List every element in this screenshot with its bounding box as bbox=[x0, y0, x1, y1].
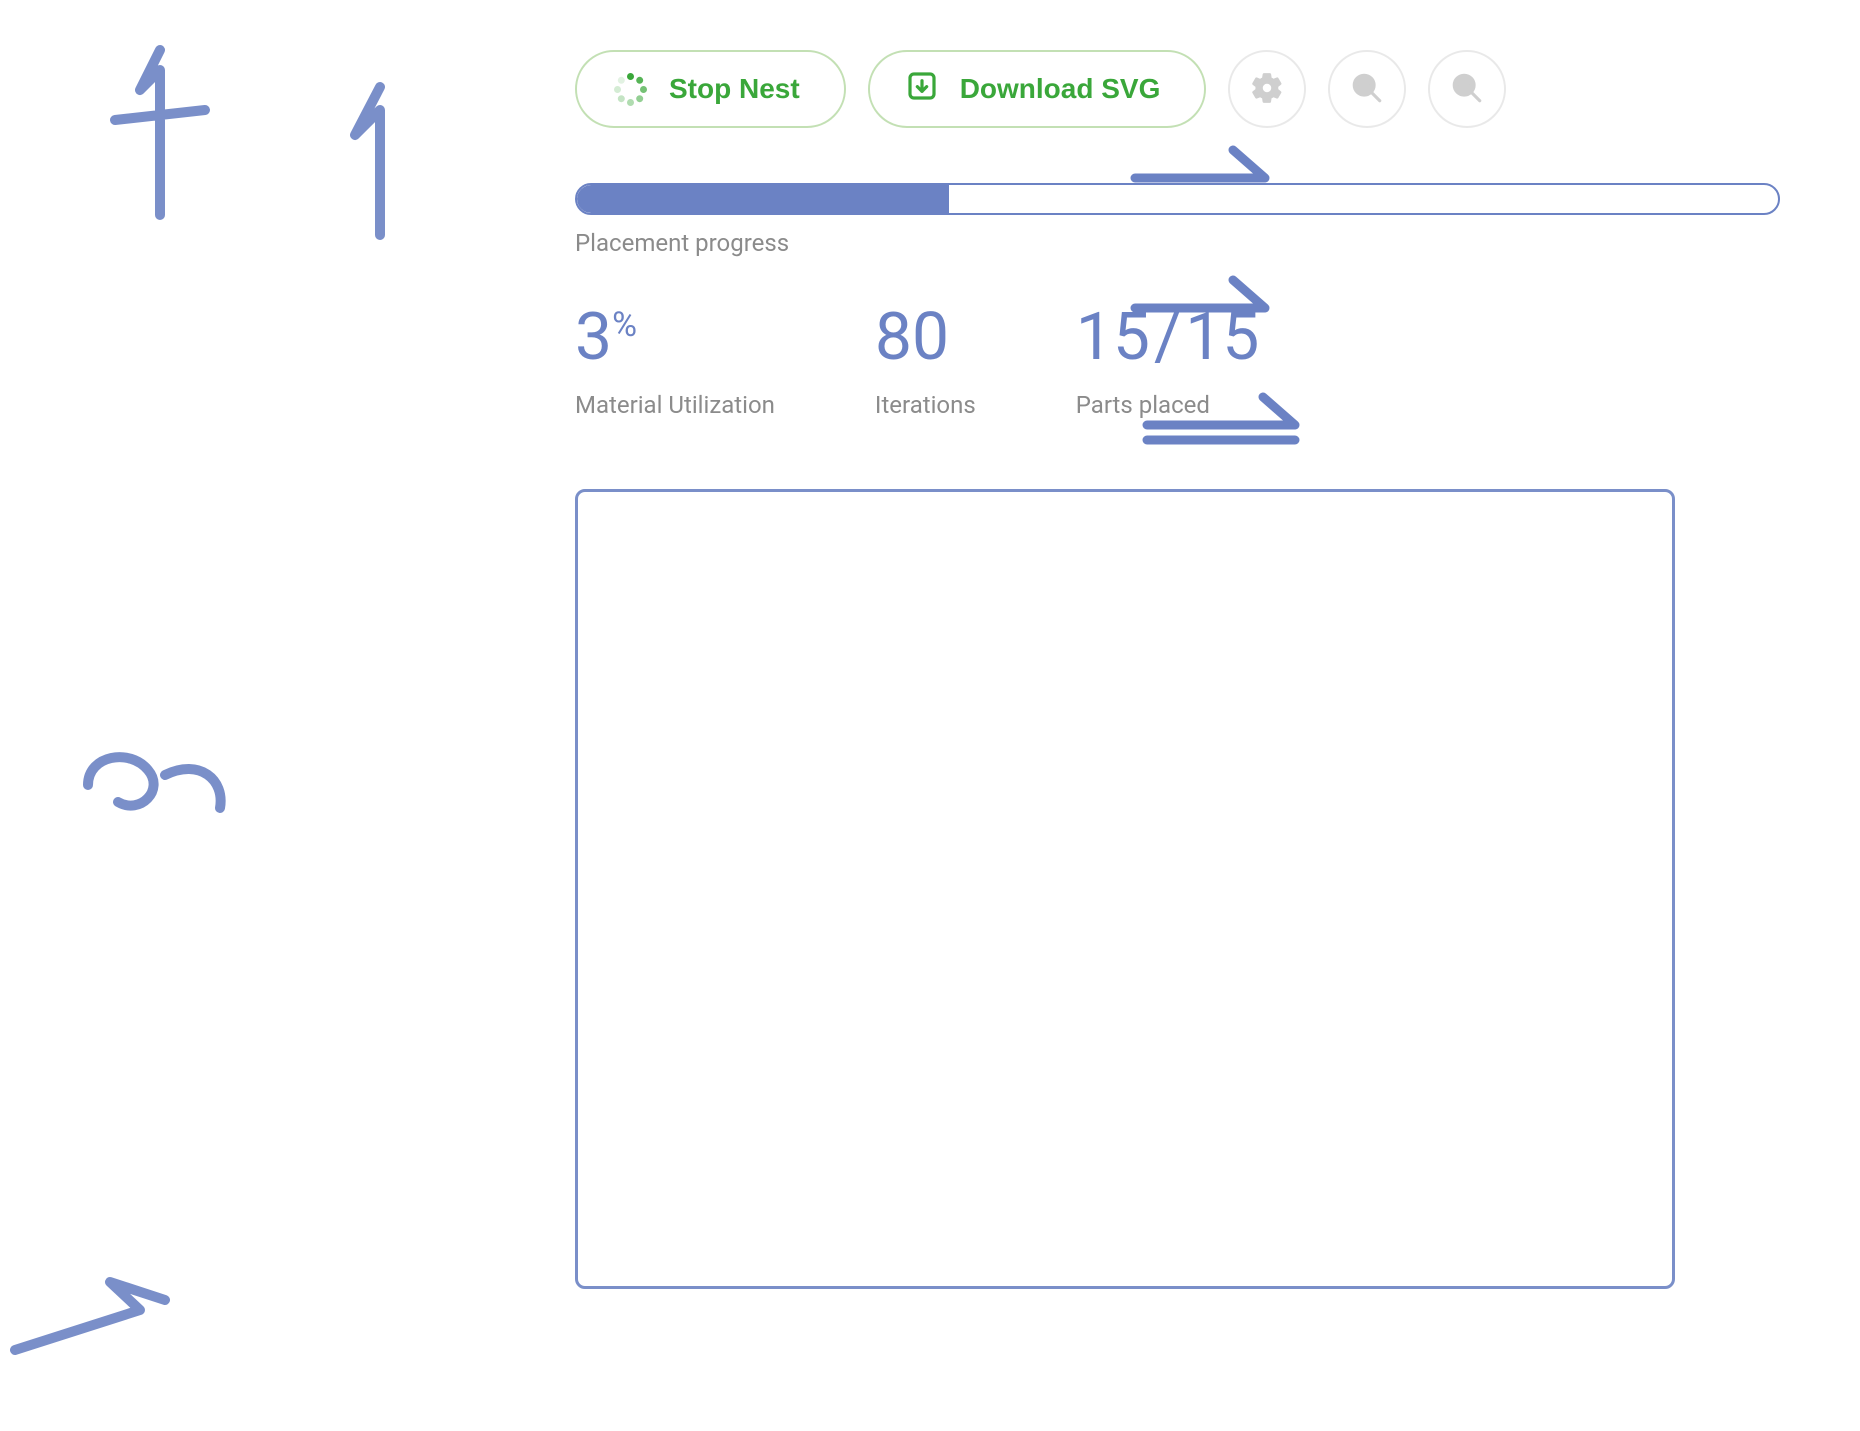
download-svg-button[interactable]: Download SVG bbox=[868, 50, 1207, 128]
stat-iterations: 80 Iterations bbox=[875, 305, 976, 419]
download-svg-label: Download SVG bbox=[960, 75, 1161, 103]
progress-section: Placement progress bbox=[575, 183, 1780, 257]
nest-preview[interactable] bbox=[575, 489, 1675, 1289]
material-utilization-value: 3 bbox=[575, 299, 612, 376]
part-glyph-one[interactable] bbox=[325, 75, 415, 245]
stat-material-utilization: 3% Material Utilization bbox=[575, 305, 775, 419]
toolbar: Stop Nest Download SVG bbox=[575, 50, 1795, 128]
iterations-value: 80 bbox=[875, 305, 976, 371]
stat-parts-placed: 15/15 Parts placed bbox=[1076, 305, 1260, 419]
progress-label: Placement progress bbox=[575, 229, 1780, 257]
part-glyph-five-rot[interactable] bbox=[70, 740, 240, 850]
main-panel: Stop Nest Download SVG bbox=[575, 50, 1795, 1289]
zoom-out-icon bbox=[1450, 71, 1484, 108]
parts-sidebar bbox=[0, 0, 560, 1431]
download-icon bbox=[906, 70, 938, 109]
iterations-label: Iterations bbox=[875, 391, 976, 419]
progress-bar bbox=[575, 183, 1780, 215]
stop-nest-label: Stop Nest bbox=[669, 75, 800, 103]
zoom-out-button[interactable] bbox=[1428, 50, 1506, 128]
zoom-in-icon bbox=[1350, 71, 1384, 108]
progress-fill bbox=[577, 185, 949, 213]
material-utilization-unit: % bbox=[612, 305, 637, 345]
parts-placed-total: 15 bbox=[1185, 299, 1259, 376]
parts-placed-count: 15 bbox=[1076, 299, 1150, 376]
stop-nest-button[interactable]: Stop Nest bbox=[575, 50, 846, 128]
spinner-icon bbox=[613, 72, 647, 106]
settings-button[interactable] bbox=[1228, 50, 1306, 128]
part-glyph-one-strike[interactable] bbox=[100, 35, 220, 235]
material-utilization-label: Material Utilization bbox=[575, 391, 775, 419]
stats-row: 3% Material Utilization 80 Iterations 15… bbox=[575, 305, 1795, 419]
part-glyph-one-rot[interactable] bbox=[0, 1270, 180, 1380]
zoom-in-button[interactable] bbox=[1328, 50, 1406, 128]
parts-placed-label: Parts placed bbox=[1076, 391, 1260, 419]
gear-icon bbox=[1250, 71, 1284, 108]
